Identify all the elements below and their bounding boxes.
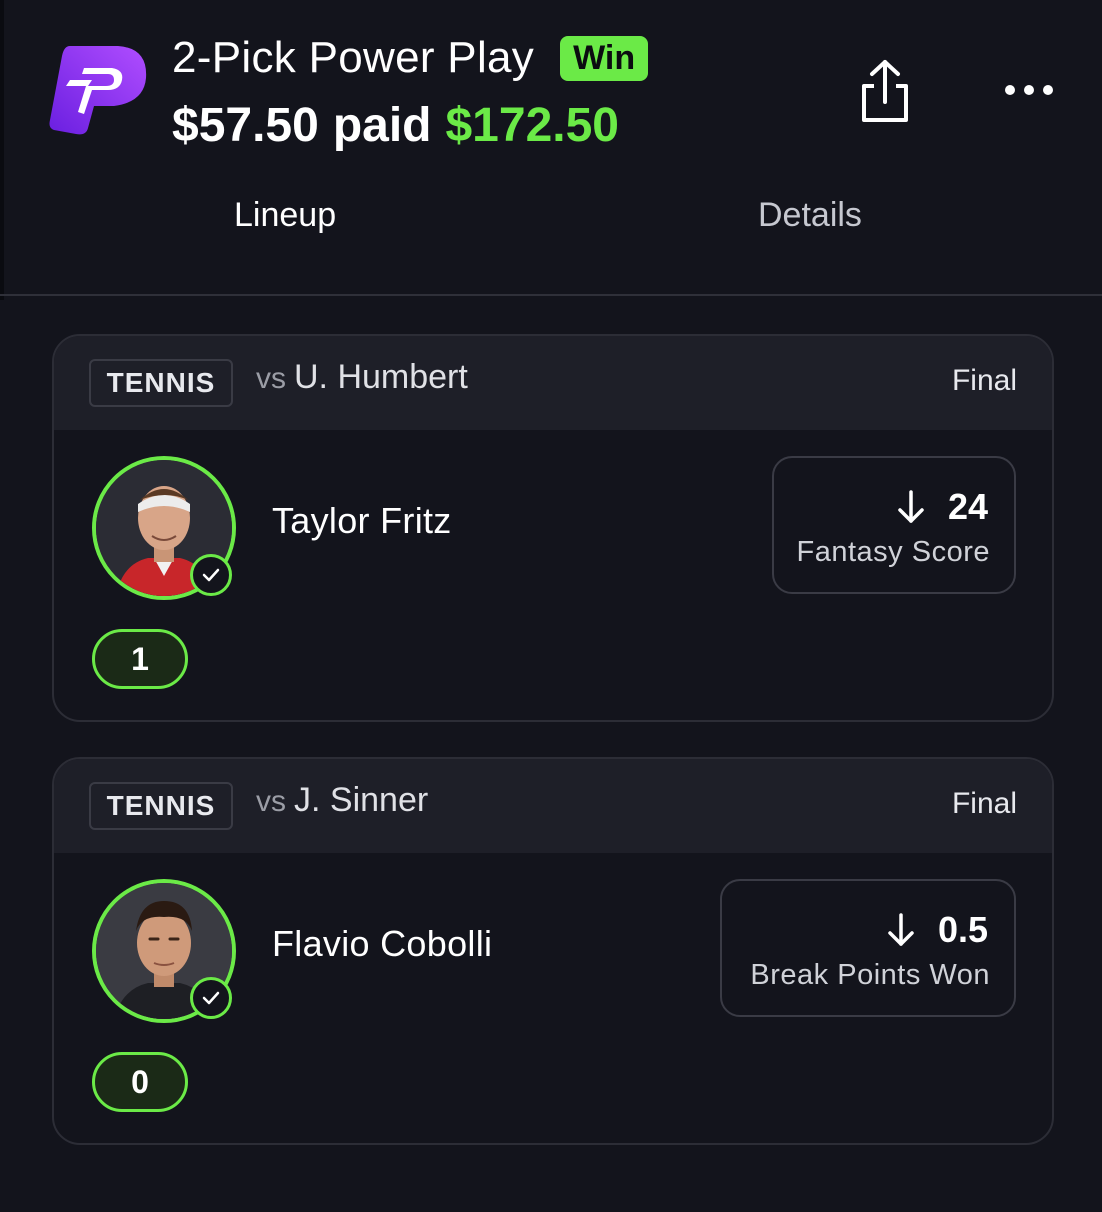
pick-card[interactable]: TENNIS vs U. Humbert Final Taylor Fritz …	[52, 334, 1054, 722]
check-icon	[190, 554, 232, 596]
entry-title: 2-Pick Power Play	[172, 33, 535, 82]
result-pill: 1	[92, 629, 188, 689]
tab-lineup[interactable]: Lineup	[234, 196, 336, 235]
paid-amount: $57.50	[172, 99, 319, 152]
arrow-down-icon	[888, 913, 914, 946]
won-amount: $172.50	[445, 99, 619, 152]
matchup: vs U. Humbert	[256, 358, 468, 397]
win-badge: Win	[560, 35, 649, 81]
entry-header: 2-Pick Power Play Win $57.50 paid $172.5…	[0, 0, 1102, 296]
result-pill: 0	[92, 1052, 188, 1112]
more-icon[interactable]	[996, 70, 1062, 110]
pick-card[interactable]: TENNIS vs J. Sinner Final Flavio Cobolli	[52, 757, 1054, 1145]
arrow-down-icon	[898, 490, 924, 523]
prizepicks-logo	[49, 46, 147, 135]
check-icon	[190, 977, 232, 1019]
stat-type: Fantasy Score	[796, 536, 990, 568]
vs-label: vs	[256, 362, 286, 395]
header-divider	[0, 294, 1102, 296]
player-name[interactable]: Flavio Cobolli	[272, 923, 492, 965]
sport-tag: TENNIS	[89, 782, 233, 830]
entry-title-row: 2-Pick Power Play Win	[172, 28, 649, 88]
projection-value: 0.5	[886, 909, 988, 951]
game-status: Final	[951, 787, 1017, 820]
opponent-name: J. Sinner	[294, 781, 429, 819]
player-avatar-wrap	[92, 879, 236, 1023]
vs-label: vs	[256, 785, 286, 818]
matchup: vs J. Sinner	[256, 781, 428, 820]
projection-line: 24	[947, 486, 988, 527]
projection-value: 24	[896, 486, 988, 528]
game-status: Final	[951, 364, 1017, 397]
pick-card-header: TENNIS vs U. Humbert Final	[54, 336, 1052, 430]
tab-details[interactable]: Details	[758, 196, 862, 235]
share-icon[interactable]	[852, 56, 918, 128]
player-name[interactable]: Taylor Fritz	[272, 500, 452, 542]
opponent-name: U. Humbert	[294, 358, 468, 396]
sport-tag: TENNIS	[89, 359, 233, 407]
projection-box[interactable]: 24 Fantasy Score	[772, 456, 1016, 594]
stat-type: Break Points Won	[750, 959, 990, 991]
payout-row: $57.50 paid $172.50	[172, 98, 619, 153]
paid-label: paid	[332, 99, 432, 152]
projection-box[interactable]: 0.5 Break Points Won	[720, 879, 1016, 1017]
pick-card-header: TENNIS vs J. Sinner Final	[54, 759, 1052, 853]
player-avatar-wrap	[92, 456, 236, 600]
projection-line: 0.5	[937, 909, 988, 950]
tab-bar: Lineup Details	[0, 196, 1102, 262]
